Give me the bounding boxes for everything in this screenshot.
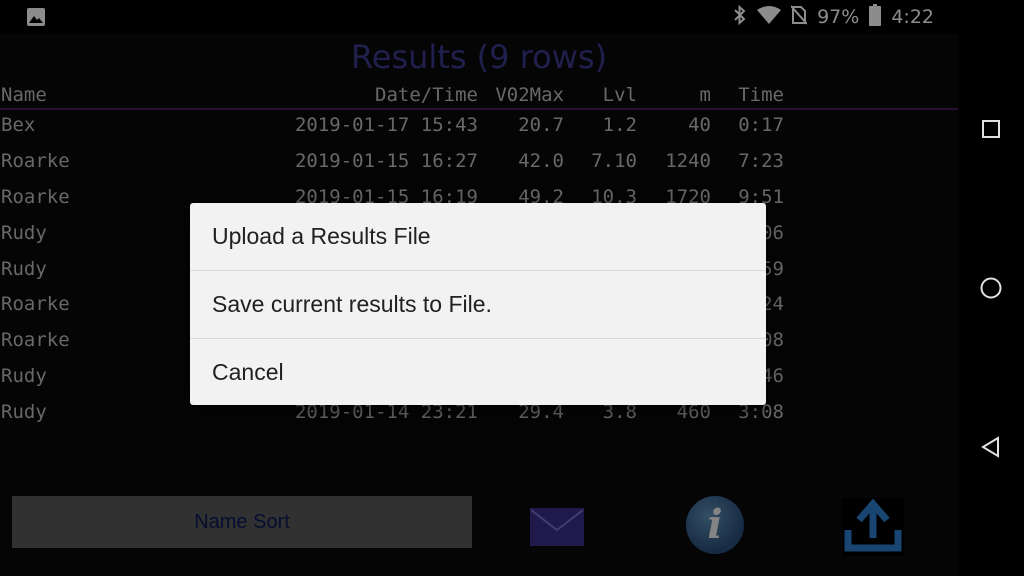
triangle-back-icon (981, 436, 999, 458)
save-results-to-file-option[interactable]: Save current results to File. (190, 271, 766, 339)
navigation-bar (958, 0, 1024, 576)
square-icon (982, 120, 1000, 138)
cancel-option[interactable]: Cancel (190, 339, 766, 406)
back-button[interactable] (978, 434, 1004, 460)
file-options-dialog: Upload a Results File Save current resul… (190, 203, 766, 405)
home-button[interactable] (978, 275, 1004, 301)
upload-results-file-option[interactable]: Upload a Results File (190, 203, 766, 271)
circle-icon (980, 277, 1002, 299)
recents-button[interactable] (978, 116, 1004, 142)
